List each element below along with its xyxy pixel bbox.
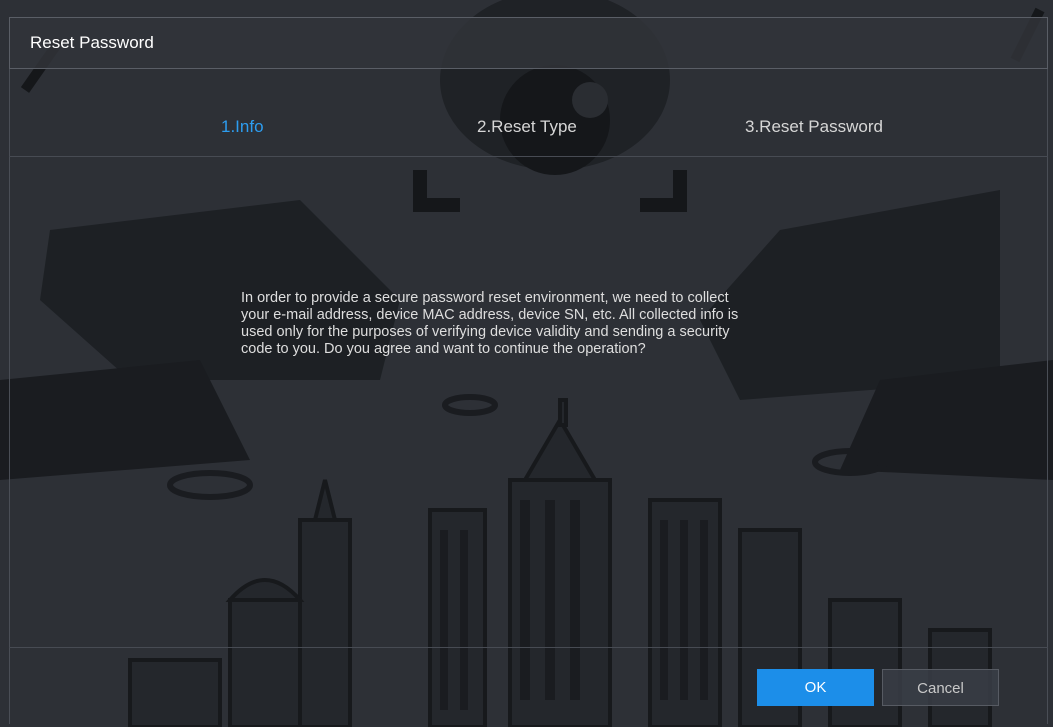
reset-password-dialog: Reset Password 1.Info 2.Reset Type 3.Res… xyxy=(0,0,1053,727)
cancel-button[interactable]: Cancel xyxy=(882,669,999,706)
info-message-line: your e-mail address, device MAC address,… xyxy=(241,307,739,323)
info-message-line: used only for the purposes of verifying … xyxy=(241,324,730,340)
dialog-title: Reset Password xyxy=(30,33,154,52)
step-info: 1.Info xyxy=(221,117,264,136)
dialog-title-bar: Reset Password xyxy=(9,17,1048,69)
dialog-frame xyxy=(9,69,1048,724)
info-message: In order to provide a secure password re… xyxy=(241,290,831,358)
footer-divider xyxy=(9,647,1048,648)
info-message-line: code to you. Do you agree and want to co… xyxy=(241,341,646,357)
step-reset-password: 3.Reset Password xyxy=(745,117,883,136)
step-indicator: 1.Info 2.Reset Type 3.Reset Password xyxy=(9,100,1048,157)
info-message-line: In order to provide a secure password re… xyxy=(241,290,729,306)
ok-button[interactable]: OK xyxy=(757,669,874,706)
step-reset-type: 2.Reset Type xyxy=(477,117,577,136)
